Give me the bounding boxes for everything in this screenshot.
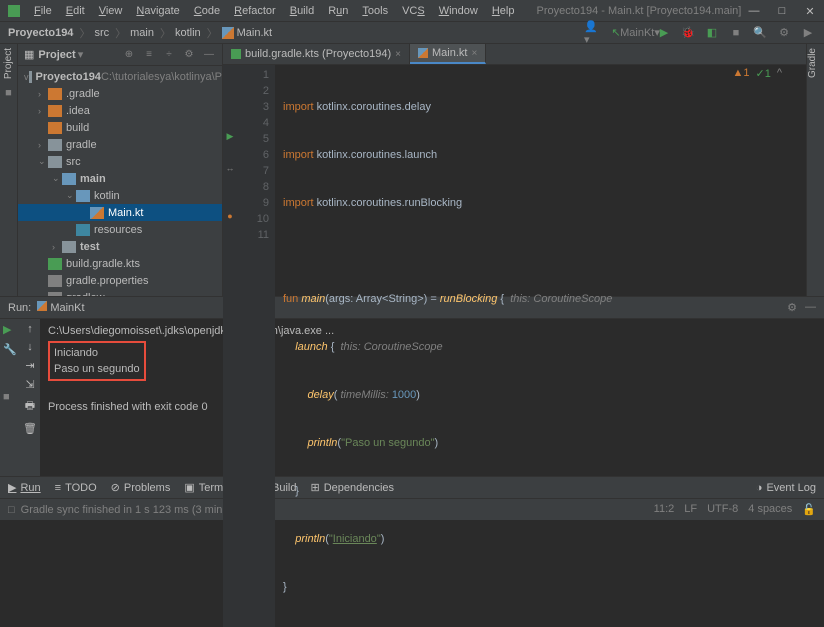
gradle-sync-icon[interactable]: ▶	[800, 25, 816, 41]
kotlin-file-icon	[222, 27, 234, 39]
tree-item[interactable]: ⌄src	[18, 153, 222, 170]
menu-window[interactable]: Window	[433, 3, 484, 19]
menu-file[interactable]: File	[28, 3, 58, 19]
tree-item[interactable]: Main.kt	[18, 204, 222, 221]
tree-item[interactable]: ›.gradle	[18, 85, 222, 102]
bottom-run[interactable]: ▶ Run	[8, 481, 41, 494]
tab-build-gradle[interactable]: build.gradle.kts (Proyecto194)×	[223, 44, 410, 64]
down-icon[interactable]: ↓	[27, 341, 33, 353]
code-area[interactable]: import kotlinx.coroutines.delay import k…	[275, 65, 806, 627]
expand-inspect-icon[interactable]: ^	[777, 67, 782, 80]
menu-code[interactable]: Code	[188, 3, 226, 19]
up-icon[interactable]: ↑	[27, 323, 33, 335]
tree-item[interactable]: ›.idea	[18, 102, 222, 119]
rerun-icon[interactable]: ▶	[3, 323, 17, 337]
status-icon: □	[8, 504, 15, 516]
run-actions: ▶ 🔧 ■	[0, 319, 20, 476]
project-view-icon: ▦	[24, 48, 34, 61]
stop-button[interactable]: ■	[728, 25, 744, 41]
soft-wrap-icon[interactable]: ⇥	[25, 359, 34, 372]
tree-item[interactable]: build	[18, 119, 222, 136]
navbar: Proyecto194〉 src〉 main〉 kotlin〉 Main.kt …	[0, 22, 824, 44]
search-icon[interactable]: 🔍	[752, 25, 768, 41]
menu-build[interactable]: Build	[284, 3, 320, 19]
ij-logo-icon	[8, 5, 20, 17]
run-hide-icon[interactable]: —	[805, 301, 816, 314]
run-config-selector[interactable]: MainKt ▾	[632, 25, 648, 41]
wrench-icon[interactable]: 🔧	[3, 343, 17, 357]
bottom-problems[interactable]: ⊘ Problems	[111, 481, 171, 494]
maximize-button[interactable]: □	[768, 0, 796, 22]
close-button[interactable]: ✕	[796, 0, 824, 22]
code-editor[interactable]: ▶ ↔ ● 1234567891011 import kotlinx.corou…	[223, 65, 806, 627]
menu-tools[interactable]: Tools	[356, 3, 394, 19]
tree-item[interactable]: resources	[18, 221, 222, 238]
run-config-name: MainKt	[50, 302, 84, 314]
menu-run[interactable]: Run	[322, 3, 354, 19]
minimize-button[interactable]: —	[740, 0, 768, 22]
menu-edit[interactable]: Edit	[60, 3, 91, 19]
breadcrumb[interactable]: main	[130, 27, 154, 39]
tree-root[interactable]: vProyecto194 C:\tutorialesya\kotlinya\P	[18, 68, 222, 85]
menu-view[interactable]: View	[93, 3, 129, 19]
tree-item[interactable]: gradle.properties	[18, 272, 222, 289]
breadcrumb[interactable]: Proyecto194	[8, 27, 73, 39]
settings-icon[interactable]: ⚙	[182, 48, 196, 62]
breadcrumb[interactable]: Main.kt	[237, 27, 272, 39]
right-toolbar: Gradle	[806, 44, 824, 296]
hide-icon[interactable]: —	[202, 48, 216, 62]
run-actions2: ↑ ↓ ⇥ ⇲ 🖶 🗑	[20, 319, 40, 476]
menu-refactor[interactable]: Refactor	[228, 3, 282, 19]
panel-title: Project	[38, 49, 75, 61]
titlebar: File Edit View Navigate Code Refactor Bu…	[0, 0, 824, 22]
close-icon[interactable]: ×	[471, 48, 477, 59]
menu-vcs[interactable]: VCS	[396, 3, 431, 19]
stop-icon[interactable]: ■	[3, 391, 17, 405]
user-icon[interactable]: 👤▾	[584, 25, 600, 41]
bottom-todo[interactable]: ≡ TODO	[55, 482, 97, 494]
breadcrumb[interactable]: kotlin	[175, 27, 201, 39]
warning-gutter-icon[interactable]: ●	[223, 211, 237, 227]
collapse-gutter-icon[interactable]: ↔	[223, 163, 237, 179]
ok-count[interactable]: ✓1	[755, 67, 770, 80]
line-gutter: 1234567891011	[237, 65, 275, 627]
tree-item[interactable]: build.gradle.kts	[18, 255, 222, 272]
menubar: File Edit View Navigate Code Refactor Bu…	[28, 3, 520, 19]
warning-count[interactable]: ▲1	[732, 67, 749, 80]
close-icon[interactable]: ×	[395, 49, 401, 60]
menu-help[interactable]: Help	[486, 3, 521, 19]
scroll-icon[interactable]: ⇲	[25, 378, 34, 391]
window-title: Proyecto194 - Main.kt [Proyecto194.main]	[536, 5, 741, 17]
settings-icon[interactable]: ⚙	[776, 25, 792, 41]
locate-icon[interactable]: ⊕	[122, 48, 136, 62]
left-toolbar: Project ■	[0, 44, 18, 296]
collapse-icon[interactable]: ÷	[162, 48, 176, 62]
menu-navigate[interactable]: Navigate	[130, 3, 185, 19]
run-gutter-icon[interactable]: ▶	[223, 131, 237, 147]
project-tree[interactable]: vProyecto194 C:\tutorialesya\kotlinya\P …	[18, 66, 222, 296]
tree-item[interactable]: ›test	[18, 238, 222, 255]
breadcrumb[interactable]: src	[94, 27, 109, 39]
tree-item[interactable]: ›gradle	[18, 136, 222, 153]
print-icon[interactable]: 🖶	[25, 397, 35, 416]
coverage-button[interactable]: ◧	[704, 25, 720, 41]
gradle-tool-button[interactable]: Gradle	[807, 48, 818, 78]
run-title: Run:	[8, 302, 31, 314]
project-tool-button[interactable]: Project	[3, 48, 14, 79]
trash-icon[interactable]: 🗑	[23, 422, 37, 435]
tree-item[interactable]: ⌄main	[18, 170, 222, 187]
debug-button[interactable]: 🐞	[680, 25, 696, 41]
editor-tabs: build.gradle.kts (Proyecto194)× Main.kt×	[223, 44, 806, 65]
expand-icon[interactable]: ≡	[142, 48, 156, 62]
tree-item[interactable]: ⌄kotlin	[18, 187, 222, 204]
tree-item[interactable]: gradlew	[18, 289, 222, 296]
bookmark-icon[interactable]: ■	[5, 87, 12, 99]
run-button[interactable]: ▶	[656, 25, 672, 41]
project-panel: ▦ Project ▾ ⊕ ≡ ÷ ⚙ — vProyecto194 C:\tu…	[18, 44, 223, 296]
tab-main-kt[interactable]: Main.kt×	[410, 44, 486, 64]
highlighted-output: Iniciando Paso un segundo	[48, 341, 146, 381]
